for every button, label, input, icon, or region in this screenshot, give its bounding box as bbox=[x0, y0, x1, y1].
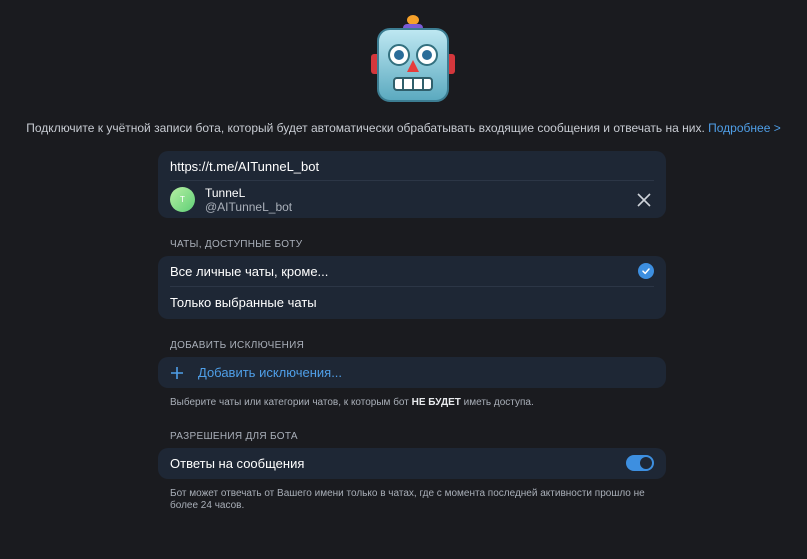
option-label: Только выбранные чаты bbox=[170, 295, 317, 310]
option-selected-chats[interactable]: Только выбранные чаты bbox=[158, 287, 666, 318]
robot-icon bbox=[371, 15, 455, 102]
chats-card: Все личные чаты, кроме... Только выбранн… bbox=[158, 256, 666, 319]
learn-more-link[interactable]: Подробнее > bbox=[708, 121, 781, 135]
intro-description: Подключите к учётной записи бота, которы… bbox=[26, 121, 705, 135]
reply-to-messages-row[interactable]: Ответы на сообщения bbox=[158, 448, 666, 479]
bot-card: https://t.me/AITunneL_bot T TunneL @AITu… bbox=[158, 151, 666, 218]
avatar-letter: T bbox=[180, 195, 185, 204]
hint-bold: НЕ БУДЕТ bbox=[411, 397, 461, 408]
hint-text: Выберите чаты или категории чатов, к кот… bbox=[170, 397, 412, 408]
exclusions-hint: Выберите чаты или категории чатов, к кот… bbox=[170, 397, 534, 409]
permissions-card: Ответы на сообщения bbox=[158, 448, 666, 479]
exclusions-section-header: ДОБАВИТЬ ИСКЛЮЧЕНИЯ bbox=[170, 340, 305, 351]
permissions-section-header: РАЗРЕШЕНИЯ ДЛЯ БОТА bbox=[170, 431, 298, 442]
bot-account-row: T TunneL @AITunneL_bot bbox=[158, 181, 666, 218]
option-all-private-chats[interactable]: Все личные чаты, кроме... bbox=[158, 256, 666, 287]
add-exclusions-button[interactable]: Добавить исключения... bbox=[158, 357, 666, 388]
add-exclusions-label: Добавить исключения... bbox=[198, 365, 343, 380]
hint-line: Бот может отвечать от Вашего имени тольк… bbox=[170, 488, 645, 499]
permissions-hint: Бот может отвечать от Вашего имени тольк… bbox=[170, 488, 645, 512]
reply-label: Ответы на сообщения bbox=[170, 456, 305, 471]
plus-icon bbox=[171, 366, 183, 379]
option-label: Все личные чаты, кроме... bbox=[170, 264, 329, 279]
avatar: T bbox=[170, 187, 195, 212]
toggle-knob bbox=[640, 457, 652, 469]
close-icon[interactable] bbox=[637, 193, 651, 207]
hint-text: иметь доступа. bbox=[460, 397, 534, 408]
bot-url-input[interactable]: https://t.me/AITunneL_bot bbox=[170, 159, 319, 174]
hint-line: более 24 часов. bbox=[170, 500, 245, 511]
bot-name: TunneL bbox=[205, 185, 246, 200]
reply-toggle[interactable] bbox=[626, 455, 654, 471]
chats-section-header: ЧАТЫ, ДОСТУПНЫЕ БОТУ bbox=[170, 239, 303, 250]
bot-url-row[interactable]: https://t.me/AITunneL_bot bbox=[158, 151, 666, 181]
exclusions-card: Добавить исключения... bbox=[158, 357, 666, 388]
intro-text: Подключите к учётной записи бота, которы… bbox=[0, 121, 807, 135]
checkmark-icon bbox=[638, 263, 654, 279]
bot-username: @AITunneL_bot bbox=[205, 199, 293, 214]
